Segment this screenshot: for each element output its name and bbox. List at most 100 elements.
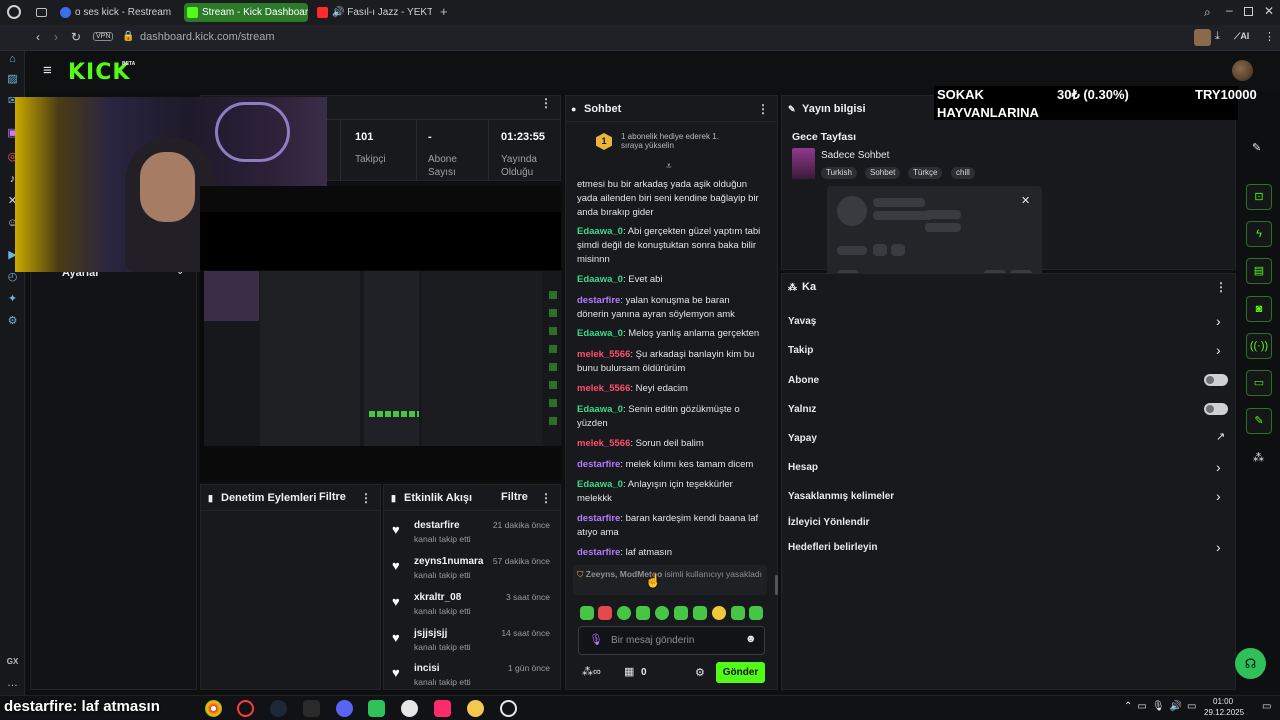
tag-chip[interactable]: chill bbox=[951, 167, 975, 179]
activity-item[interactable]: ♥ jsjjsjsjj kanalı takip etti 14 saat ön… bbox=[388, 628, 560, 662]
discord-taskbar-icon[interactable] bbox=[336, 700, 353, 717]
forward-icon[interactable]: › bbox=[54, 30, 58, 44]
emote-icon[interactable] bbox=[598, 606, 612, 620]
reload-icon[interactable]: ↻ bbox=[71, 30, 81, 44]
chevron-right-icon[interactable]: › bbox=[1216, 342, 1221, 358]
extensions-icon[interactable]: ✦ bbox=[6, 293, 19, 306]
hamburger-icon[interactable]: ≡ bbox=[43, 62, 52, 79]
aria-icon[interactable]: ▨ bbox=[6, 73, 19, 86]
emote-icon[interactable] bbox=[749, 606, 763, 620]
tag-chip[interactable]: Türkçe bbox=[908, 167, 943, 179]
account-age-row[interactable]: Hesap bbox=[788, 462, 818, 473]
tab-youtube[interactable]: 🔊 Fasıl-ı Jazz - YEKTE - bbox=[314, 3, 432, 22]
support-button[interactable]: ☊ bbox=[1235, 648, 1266, 679]
set-goals-row[interactable]: Hedefleri belirleyin bbox=[788, 542, 877, 553]
banned-words-row[interactable]: Yasaklanmış kelimeler bbox=[788, 491, 894, 502]
followers-only-row[interactable]: Takip bbox=[788, 345, 813, 356]
notifications-icon[interactable]: ▭ bbox=[1262, 701, 1271, 712]
window-tool-icon[interactable]: ▭ bbox=[1246, 370, 1272, 396]
steam-icon[interactable] bbox=[270, 700, 287, 717]
maximize-icon[interactable] bbox=[1244, 7, 1253, 16]
close-icon[interactable]: ✕ bbox=[1264, 4, 1274, 18]
chevron-right-icon[interactable]: › bbox=[1216, 539, 1221, 555]
opera-gx-icon[interactable] bbox=[237, 700, 254, 717]
chat-scrollbar[interactable] bbox=[775, 575, 778, 595]
activity-filter-button[interactable]: Filtre bbox=[501, 491, 528, 503]
slow-mode-row[interactable]: Yavaş bbox=[788, 316, 816, 327]
send-button[interactable]: Gönder bbox=[716, 662, 765, 683]
obs-icon[interactable] bbox=[401, 700, 418, 717]
activity-menu-icon[interactable]: ⋮ bbox=[540, 485, 552, 511]
gift-icon[interactable]: ▦ bbox=[624, 665, 634, 678]
emote-icon[interactable] bbox=[655, 606, 669, 620]
kicks-icon[interactable]: ⁂ bbox=[1253, 451, 1264, 464]
minimize-icon[interactable]: – bbox=[1226, 3, 1233, 17]
settings-gear-icon[interactable]: ⚙ bbox=[6, 315, 19, 328]
opera-logo-icon[interactable] bbox=[7, 5, 21, 19]
microphone-icon[interactable]: 🎙 bbox=[589, 633, 603, 646]
app-icon[interactable] bbox=[368, 700, 385, 717]
search-icon[interactable]: ⌕ bbox=[1204, 5, 1211, 20]
download-icon[interactable]: ⤓ bbox=[1215, 30, 1220, 43]
chrome-icon[interactable] bbox=[205, 700, 222, 717]
external-link-icon[interactable]: ↗ bbox=[1216, 430, 1225, 443]
history-icon[interactable]: ◴ bbox=[6, 271, 19, 284]
emote-icon[interactable] bbox=[674, 606, 688, 620]
emote-icon[interactable] bbox=[712, 606, 726, 620]
app-icon[interactable] bbox=[467, 700, 484, 717]
tab-restream[interactable]: o ses kick - Restream bbox=[57, 3, 177, 22]
notes-tool-icon[interactable]: ▤ bbox=[1246, 258, 1272, 284]
tray-icons[interactable]: ⌃▭🎙🔊▭ bbox=[1124, 701, 1201, 712]
stats-menu-icon[interactable]: ⋮ bbox=[540, 96, 552, 110]
activity-item[interactable]: ♥ zeyns1numara kanalı takip etti 57 daki… bbox=[388, 556, 560, 590]
emote-icon[interactable] bbox=[580, 606, 594, 620]
menu-icon[interactable]: ⋮ bbox=[1264, 30, 1275, 43]
emoji-icon[interactable]: ☻ bbox=[745, 633, 757, 645]
activity-item[interactable]: ♥ xkraltr_08 kanalı takip etti 3 saat ön… bbox=[388, 592, 560, 626]
chat-input[interactable]: 🎙 Bir mesaj gönderin ☻ bbox=[578, 626, 765, 655]
tag-chip[interactable]: Turkish bbox=[821, 167, 857, 179]
clip-tool-icon[interactable]: ⊡ bbox=[1246, 184, 1272, 210]
edit-icon[interactable]: ✎ bbox=[1252, 141, 1261, 154]
wrench-tool-icon[interactable]: ✎ bbox=[1246, 408, 1272, 434]
emote-icon[interactable] bbox=[693, 606, 707, 620]
close-popup-icon[interactable]: ✕ bbox=[1021, 194, 1030, 207]
new-tab-button[interactable]: + bbox=[440, 4, 448, 19]
host-viewers-row[interactable]: İzleyici Yönlendir bbox=[788, 517, 870, 528]
more-icon[interactable]: … bbox=[6, 677, 19, 690]
chat-menu-icon[interactable]: ⋮ bbox=[757, 96, 769, 122]
chat-tool-icon[interactable]: ◙ bbox=[1246, 296, 1272, 322]
tiktok-taskbar-icon[interactable] bbox=[434, 700, 451, 717]
lightning-tool-icon[interactable]: ϟ bbox=[1246, 221, 1272, 247]
epic-games-icon[interactable] bbox=[303, 700, 320, 717]
channel-menu-icon[interactable]: ⋮ bbox=[1215, 274, 1227, 300]
app-icon[interactable] bbox=[500, 700, 517, 717]
moderation-filter-button[interactable]: Filtre bbox=[319, 491, 346, 503]
chevron-right-icon[interactable]: › bbox=[1216, 459, 1221, 475]
moderation-menu-icon[interactable]: ⋮ bbox=[360, 485, 372, 511]
emote-icon[interactable] bbox=[617, 606, 631, 620]
extension-thumbnail[interactable] bbox=[1194, 29, 1211, 46]
emote-icon[interactable] bbox=[731, 606, 745, 620]
back-icon[interactable]: ‹ bbox=[36, 30, 40, 44]
category-thumbnail[interactable] bbox=[792, 148, 815, 179]
tag-chip[interactable]: Sohbet bbox=[865, 167, 901, 179]
avatar[interactable] bbox=[1232, 60, 1253, 81]
vpn-badge[interactable]: VPN bbox=[93, 32, 114, 41]
emote-icon[interactable] bbox=[636, 606, 650, 620]
expand-icon[interactable]: ⩡ bbox=[666, 161, 672, 172]
chevron-right-icon[interactable]: › bbox=[1216, 313, 1221, 329]
home-icon[interactable]: ⌂ bbox=[6, 53, 19, 66]
subscribers-only-toggle[interactable] bbox=[1204, 374, 1228, 386]
category-name[interactable]: Sadece Sohbet bbox=[821, 150, 889, 161]
points-icon[interactable]: ⁂∞ bbox=[582, 665, 601, 678]
url-text[interactable]: dashboard.kick.com/stream bbox=[140, 31, 275, 43]
ai-button[interactable]: ⟋AI bbox=[1234, 31, 1249, 42]
activity-item[interactable]: ♥ destarfire kanalı takip etti 21 dakika… bbox=[388, 520, 560, 554]
pinned-gift-banner[interactable]: 1 1 abonelik hediye ederek 1. sıraya yük… bbox=[593, 130, 763, 156]
chevron-right-icon[interactable]: › bbox=[1216, 488, 1221, 504]
broadcast-tool-icon[interactable]: ((·)) bbox=[1246, 333, 1272, 359]
ai-moderation-row[interactable]: Yapay bbox=[788, 433, 817, 444]
tab-kick-dashboard[interactable]: Stream - Kick Dashboard bbox=[184, 3, 308, 22]
emote-only-toggle[interactable] bbox=[1204, 403, 1228, 415]
